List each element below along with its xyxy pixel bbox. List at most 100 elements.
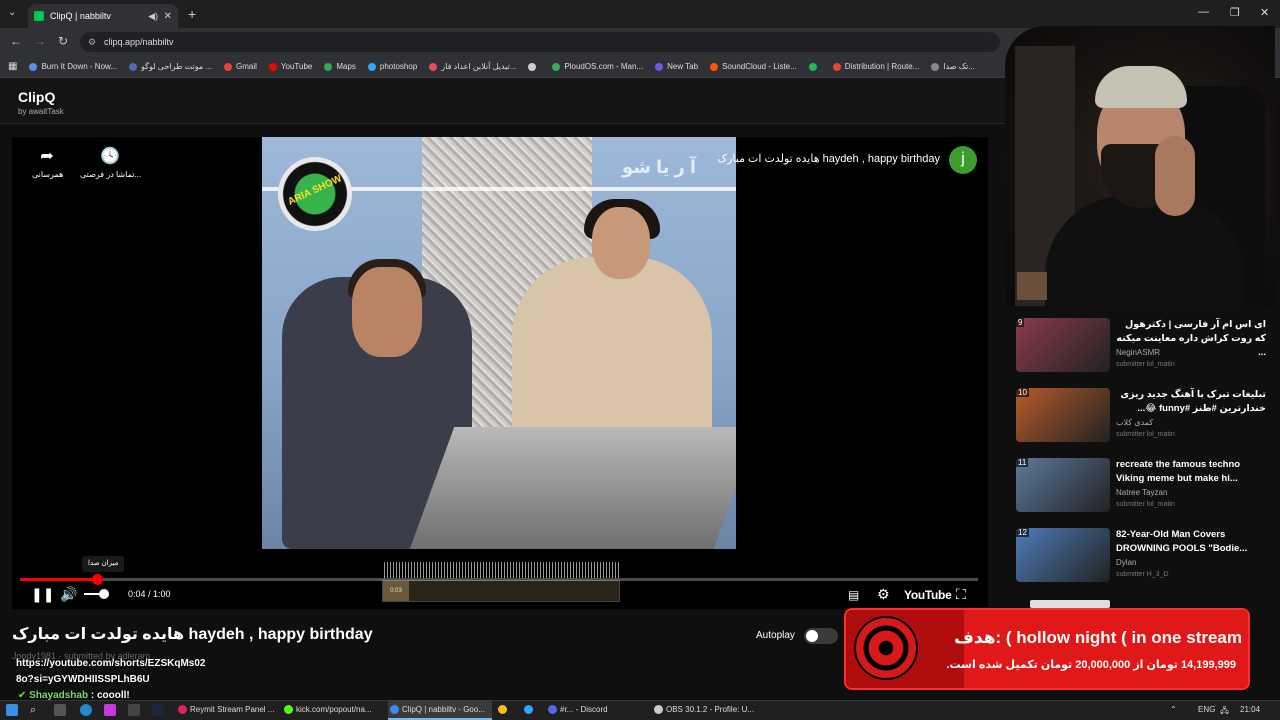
recommendation-item[interactable]: 12 82-Year-Old Man Covers DROWNING POOLS … <box>1016 528 1266 584</box>
video-man-head <box>352 267 422 357</box>
taskbar-app-button[interactable]: Reymit Stream Panel ... <box>176 700 276 720</box>
url-field[interactable]: ⚙ clipq.app/nabbiltv <box>80 32 1000 52</box>
bookmark-item[interactable]: SoundCloud - Liste... <box>710 62 797 71</box>
recommendation-title[interactable]: تبلیغات تبرک با آهنگ جدید ریزی خندارترین… <box>1116 388 1266 416</box>
taskbar-app-button[interactable]: #r... - Discord <box>546 700 646 720</box>
taskbar-app-label: #r... - Discord <box>560 705 608 714</box>
task-view-icon[interactable] <box>54 704 66 716</box>
tab-close-icon[interactable]: ✕ <box>164 11 172 22</box>
video-desk <box>409 427 736 549</box>
recommendation-thumbnail[interactable] <box>1016 388 1110 442</box>
new-tab-button[interactable]: + <box>188 6 196 22</box>
aria-show-logo: ARIA SHOW <box>278 157 352 231</box>
recommendation-thumbnail[interactable] <box>1016 528 1110 582</box>
bookmark-item[interactable]: Distribution | Route... <box>832 62 919 71</box>
taskbar-search-icon[interactable]: ⌕ <box>30 704 42 716</box>
goal-title: هدف: ( hollow night ( in one stream <box>954 628 1242 647</box>
recommendation-item[interactable]: 10 تبلیغات تبرک با آهنگ جدید ریزی خندارتر… <box>1016 388 1266 444</box>
close-window-icon[interactable]: ✕ <box>1260 6 1269 19</box>
tray-network-icon[interactable]: 🖧 <box>1220 705 1229 719</box>
storyboard-thumb: 0:03 <box>383 581 409 601</box>
site-info-icon[interactable]: ⚙ <box>88 32 96 52</box>
autoplay-toggle-knob <box>806 630 818 642</box>
channel-avatar[interactable]: j <box>949 146 977 174</box>
taskbar-app-button[interactable] <box>496 700 516 720</box>
share-label: همرسانی <box>32 170 64 179</box>
bookmark-item[interactable] <box>528 62 540 71</box>
taskbar-app-button[interactable]: OBS 30.1.2 - Profile: U... <box>652 700 762 720</box>
bookmark-favicon-icon <box>324 62 333 71</box>
video-title: هایده تولدت ات مبارک haydeh , happy birt… <box>12 626 373 643</box>
app-grid-icon[interactable] <box>128 704 140 716</box>
bookmark-item[interactable]: New Tab <box>655 62 698 71</box>
share-button[interactable]: ➦ همرسانی <box>32 146 64 179</box>
bookmark-label: موتت طراحی لوگو ... <box>141 62 213 71</box>
language-indicator[interactable]: ENG <box>1198 705 1215 714</box>
recommendation-thumbnail[interactable] <box>1030 600 1110 608</box>
back-icon[interactable]: ← <box>10 34 22 48</box>
recommendation-title[interactable]: recreate the famous techno Viking meme b… <box>1116 458 1266 486</box>
app-title[interactable]: ClipQ <box>18 89 55 105</box>
browser-tab-active[interactable]: ClipQ | nabbiltv ◀) ✕ <box>28 4 178 28</box>
tab-search-icon[interactable]: ⌄ <box>8 7 16 18</box>
bookmark-label: New Tab <box>667 62 699 71</box>
bookmark-item[interactable]: photoshop <box>367 62 417 71</box>
progress-played <box>20 578 97 581</box>
bookmark-item[interactable]: YouTube <box>268 62 312 71</box>
bookmark-item[interactable]: تک صدا... <box>931 62 975 71</box>
taskbar-app-button[interactable] <box>522 700 542 720</box>
chat-link-line2: 8o?si=yGYWDHIISSPLhB6U <box>16 674 150 685</box>
progress-track[interactable] <box>20 578 978 581</box>
bookmark-item[interactable]: تبدیل آنلاین اعداد فار... <box>429 62 516 71</box>
bookmark-item[interactable] <box>808 62 821 71</box>
fullscreen-icon[interactable]: ⛶ <box>956 586 966 603</box>
recommendation-item[interactable]: 9 ای اس ام آر فارسی | دکترهول که روت کراش… <box>1016 318 1266 374</box>
volume-icon[interactable]: 🔊 <box>60 586 77 603</box>
recommendation-channel[interactable]: Dylan <box>1116 558 1136 567</box>
video-frame[interactable]: ARIA SHOW آ ر یا شو <box>262 137 736 549</box>
settings-gear-icon[interactable]: ⚙ <box>877 586 890 603</box>
apps-grid-icon[interactable]: ▦ <box>8 61 17 72</box>
volume-tooltip: میزان صدا <box>82 556 125 572</box>
taskbar-app-button[interactable]: ClipQ | nabbiltv - Goo... <box>388 700 492 720</box>
share-icon: ➦ <box>40 148 54 165</box>
recommendation-channel[interactable]: Natree Tayzan <box>1116 488 1167 497</box>
tab-audio-icon[interactable]: ◀) <box>148 11 158 22</box>
minimize-icon[interactable]: — <box>1198 6 1209 18</box>
recommendation-channel[interactable]: کمدی کلاب <box>1116 418 1153 427</box>
recommendation-submitter: submitter lol_matin <box>1116 501 1175 508</box>
player-video-title[interactable]: هایده تولدت ات مبارک haydeh , happy birt… <box>610 152 940 165</box>
browser-tab-bar: ⌄ ClipQ | nabbiltv ◀) ✕ + — ❐ ✕ <box>0 0 1280 28</box>
recommendation-thumbnail[interactable] <box>1016 318 1110 372</box>
pause-icon[interactable]: ❚❚ <box>31 586 54 603</box>
bookmark-item[interactable]: Burn It Down - Now... <box>29 62 117 71</box>
recommendation-item[interactable]: 11 recreate the famous techno Viking meme… <box>1016 458 1266 514</box>
donation-goal-widget: هدف: ( hollow night ( in one stream 14,1… <box>844 608 1250 690</box>
reload-icon[interactable]: ↻ <box>58 34 68 48</box>
steam-icon[interactable] <box>152 704 164 716</box>
recommendation-thumbnail[interactable] <box>1016 458 1110 512</box>
watch-later-button[interactable]: 🕓 تماشا در فرصتی... <box>80 146 141 179</box>
youtube-logo[interactable]: YouTube <box>904 588 952 602</box>
goal-description: 14,199,999 تومان از 20,000,000 تومان تکم… <box>946 659 1236 671</box>
bookmark-item[interactable]: Maps <box>324 62 356 71</box>
autoplay-label: Autoplay <box>756 630 795 641</box>
volume-knob[interactable] <box>98 589 109 599</box>
maximize-icon[interactable]: ❐ <box>1230 6 1240 19</box>
windows-start-icon[interactable] <box>6 704 18 716</box>
bookmark-label: Burn It Down - Now... <box>41 62 118 71</box>
edge-icon[interactable] <box>80 704 92 716</box>
tray-chevron-icon[interactable]: ⌃ <box>1170 705 1177 714</box>
taskbar-clock[interactable]: 21:04 <box>1240 705 1260 714</box>
app-r-icon[interactable] <box>104 704 116 716</box>
bookmark-item[interactable]: Gmail <box>224 62 257 71</box>
taskbar-app-button[interactable]: kick.com/popout/na... <box>282 700 382 720</box>
forward-icon[interactable]: → <box>34 34 46 48</box>
recommendation-index: 11 <box>1016 458 1029 467</box>
bookmark-item[interactable]: موتت طراحی لوگو ... <box>129 62 212 71</box>
captions-icon[interactable]: ▤ <box>848 588 859 602</box>
recommendation-channel[interactable]: NeginASMR <box>1116 348 1160 357</box>
recommendation-title[interactable]: 82-Year-Old Man Covers DROWNING POOLS "B… <box>1116 528 1266 556</box>
progress-scrubber[interactable] <box>91 574 103 585</box>
bookmark-item[interactable]: PloudOS.com - Man... <box>552 62 643 71</box>
